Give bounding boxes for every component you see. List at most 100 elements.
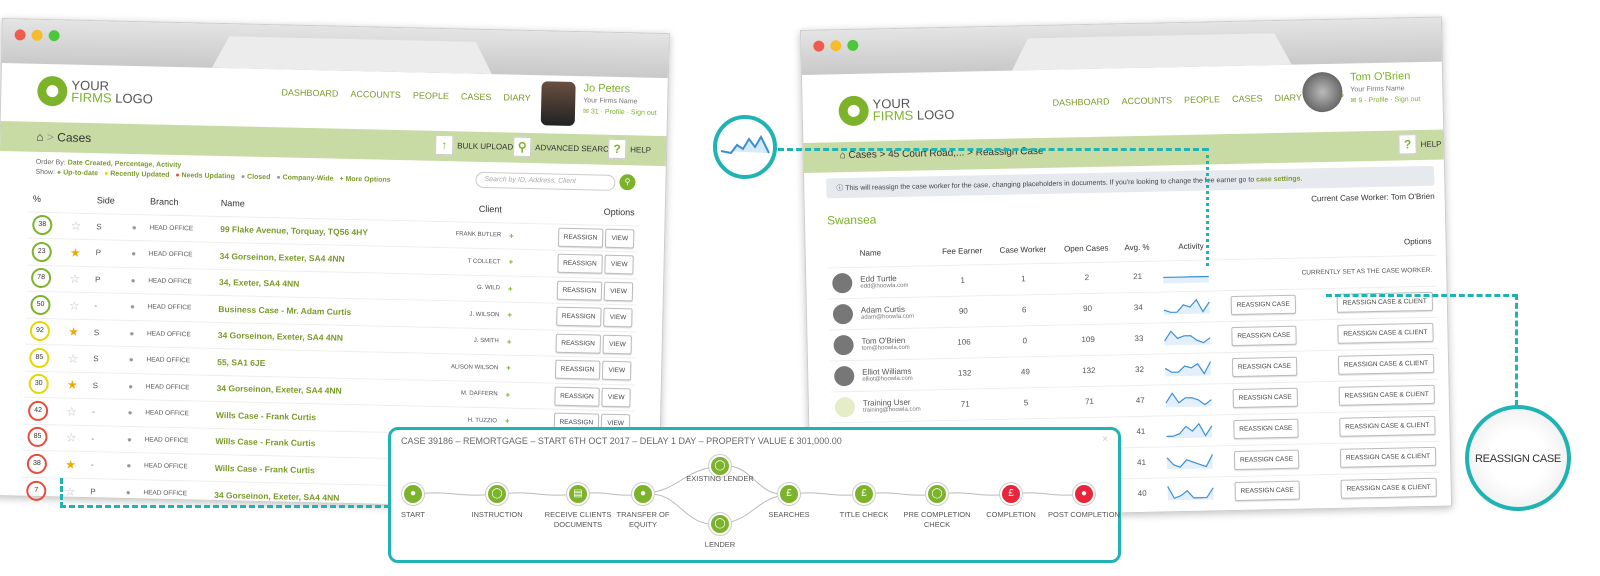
workflow-step-chat-icon[interactable]: ◯ xyxy=(709,513,731,535)
close-dot[interactable] xyxy=(813,40,825,52)
reassign-case-client-button[interactable]: REASSIGN CASE & CLIENT xyxy=(1337,322,1434,344)
firm-logo[interactable]: YOUR FIRMS LOGO xyxy=(838,94,955,127)
reassign-button[interactable]: REASSIGN xyxy=(556,253,603,274)
nav-dashboard[interactable]: DASHBOARD xyxy=(1052,97,1109,108)
col-side[interactable]: Side xyxy=(93,187,129,214)
reassign-case-button[interactable]: REASSIGN CASE xyxy=(1232,387,1298,409)
workflow-step-pound-icon[interactable]: £ xyxy=(778,483,800,505)
nav-cases[interactable]: CASES xyxy=(1232,93,1263,104)
star-icon[interactable]: ☆ xyxy=(70,219,81,233)
star-icon[interactable]: ☆ xyxy=(69,298,80,312)
show-filter[interactable]: ● Needs Updating xyxy=(175,172,235,180)
view-button[interactable]: VIEW xyxy=(601,387,631,408)
workflow-step-chat-icon[interactable]: ◯ xyxy=(926,483,948,505)
add-icon[interactable]: + xyxy=(506,364,511,373)
avatar xyxy=(834,396,856,417)
nav-dashboard[interactable]: DASHBOARD xyxy=(281,87,338,98)
reassign-case-client-button[interactable]: REASSIGN CASE & CLIENT xyxy=(1337,353,1435,375)
advanced-search-button[interactable]: ⚲ ADVANCED SEARCH xyxy=(512,136,615,159)
show-filter[interactable]: ● Closed xyxy=(241,173,271,181)
view-button[interactable]: VIEW xyxy=(604,254,634,275)
search-button[interactable]: ⚲ xyxy=(619,174,636,191)
close-dot[interactable] xyxy=(14,29,26,41)
nav-people[interactable]: PEOPLE xyxy=(1184,94,1220,105)
reassign-button[interactable]: REASSIGN xyxy=(554,359,601,380)
add-icon[interactable]: + xyxy=(507,311,512,320)
star-icon[interactable]: ☆ xyxy=(67,351,78,365)
workflow-step-owl-icon[interactable]: ● xyxy=(632,483,654,505)
reassign-button[interactable]: REASSIGN xyxy=(556,280,603,301)
workflow-step-chat-icon[interactable]: ◯ xyxy=(486,483,508,505)
col-percent[interactable]: % xyxy=(29,186,68,213)
nav-people[interactable]: PEOPLE xyxy=(413,90,449,101)
col-client[interactable]: Client xyxy=(430,195,506,223)
nav-accounts[interactable]: ACCOUNTS xyxy=(350,89,401,100)
worker-email: elliot@hoowla.com xyxy=(862,375,913,383)
help-button[interactable]: ? HELP xyxy=(1398,134,1442,155)
nav-diary[interactable]: DIARY xyxy=(503,92,531,103)
star-icon[interactable]: ★ xyxy=(68,325,79,339)
show-filter[interactable]: ● Company-Wide xyxy=(276,174,333,182)
workflow-step-document-icon[interactable]: ▤ xyxy=(567,483,589,505)
star-icon[interactable]: ☆ xyxy=(69,272,80,286)
star-icon[interactable]: ☆ xyxy=(66,431,77,445)
reassign-button[interactable]: REASSIGN xyxy=(557,227,604,248)
reassign-case-button[interactable]: REASSIGN CASE xyxy=(1234,480,1300,502)
reassign-case-button[interactable]: REASSIGN CASE xyxy=(1233,418,1299,440)
add-icon[interactable]: + xyxy=(509,231,514,240)
reassign-case-client-button[interactable]: REASSIGN CASE & CLIENT xyxy=(1339,415,1436,437)
case-settings-link[interactable]: case settings xyxy=(1256,176,1300,184)
show-filter[interactable]: ● Recently Updated xyxy=(104,170,169,178)
message-count[interactable]: 31 xyxy=(591,108,599,115)
view-button[interactable]: VIEW xyxy=(602,334,632,355)
order-by-options[interactable]: Date Created, Percentage, Activity xyxy=(68,160,182,170)
star-icon[interactable]: ☆ xyxy=(66,404,77,418)
add-icon[interactable]: + xyxy=(508,284,513,293)
star-icon[interactable]: ★ xyxy=(67,378,78,392)
nav-cases[interactable]: CASES xyxy=(461,91,492,102)
maximize-dot[interactable] xyxy=(48,30,60,42)
reassign-case-button[interactable]: REASSIGN CASE xyxy=(1230,294,1296,316)
nav-accounts[interactable]: ACCOUNTS xyxy=(1121,95,1172,106)
minimize-dot[interactable] xyxy=(830,40,842,52)
avatar[interactable] xyxy=(540,81,576,127)
view-button[interactable]: VIEW xyxy=(605,228,635,249)
search-input[interactable]: Search by ID, Address, Client xyxy=(475,171,616,191)
reassign-button[interactable]: REASSIGN xyxy=(555,333,602,354)
firm-logo[interactable]: YOUR FIRMS LOGO xyxy=(37,75,153,109)
profile-signout-links[interactable]: · Profile · Sign out xyxy=(1362,96,1420,104)
reassign-case-client-button[interactable]: REASSIGN CASE & CLIENT xyxy=(1340,478,1437,500)
maximize-dot[interactable] xyxy=(847,39,859,52)
profile-signout-links[interactable]: · Profile · Sign out xyxy=(599,109,657,117)
view-button[interactable]: VIEW xyxy=(602,360,632,381)
add-icon[interactable]: + xyxy=(507,337,512,346)
add-icon[interactable]: + xyxy=(508,258,513,267)
bulk-upload-button[interactable]: ↑ BULK UPLOAD xyxy=(435,134,513,157)
reassign-button[interactable]: REASSIGN xyxy=(555,306,602,327)
reassign-case-button[interactable]: REASSIGN CASE xyxy=(1231,325,1297,347)
help-button[interactable]: ? HELP xyxy=(607,138,651,160)
reassign-case-button[interactable]: REASSIGN CASE xyxy=(1231,356,1298,378)
home-icon[interactable]: ⌂ xyxy=(840,150,846,161)
reassign-case-button[interactable]: REASSIGN CASE xyxy=(1233,449,1300,471)
workflow-step-pound-icon[interactable]: £ xyxy=(853,483,875,505)
nav-diary[interactable]: DIARY xyxy=(1275,93,1303,104)
workflow-step-pound-icon[interactable]: £ xyxy=(1000,483,1022,505)
reassign-button[interactable]: REASSIGN xyxy=(553,386,600,407)
add-icon[interactable]: + xyxy=(505,417,510,426)
star-icon[interactable]: ★ xyxy=(65,457,76,471)
reassign-case-client-button[interactable]: REASSIGN CASE & CLIENT xyxy=(1338,384,1435,406)
branch: HEAD OFFICE xyxy=(143,293,215,322)
show-filter[interactable]: + More Options xyxy=(339,176,390,184)
view-button[interactable]: VIEW xyxy=(603,307,633,328)
workflow-step-owl-icon[interactable]: ● xyxy=(1073,483,1095,505)
view-button[interactable]: VIEW xyxy=(604,281,634,302)
add-icon[interactable]: + xyxy=(505,390,510,399)
col-branch[interactable]: Branch xyxy=(146,188,217,216)
avatar[interactable] xyxy=(1302,71,1343,113)
workflow-step-owl-icon[interactable]: ● xyxy=(402,483,424,505)
reassign-case-client-button[interactable]: REASSIGN CASE & CLIENT xyxy=(1339,446,1437,468)
minimize-dot[interactable] xyxy=(31,29,43,41)
star-icon[interactable]: ★ xyxy=(70,245,81,259)
show-filter[interactable]: ● Up-to-date xyxy=(57,169,98,177)
